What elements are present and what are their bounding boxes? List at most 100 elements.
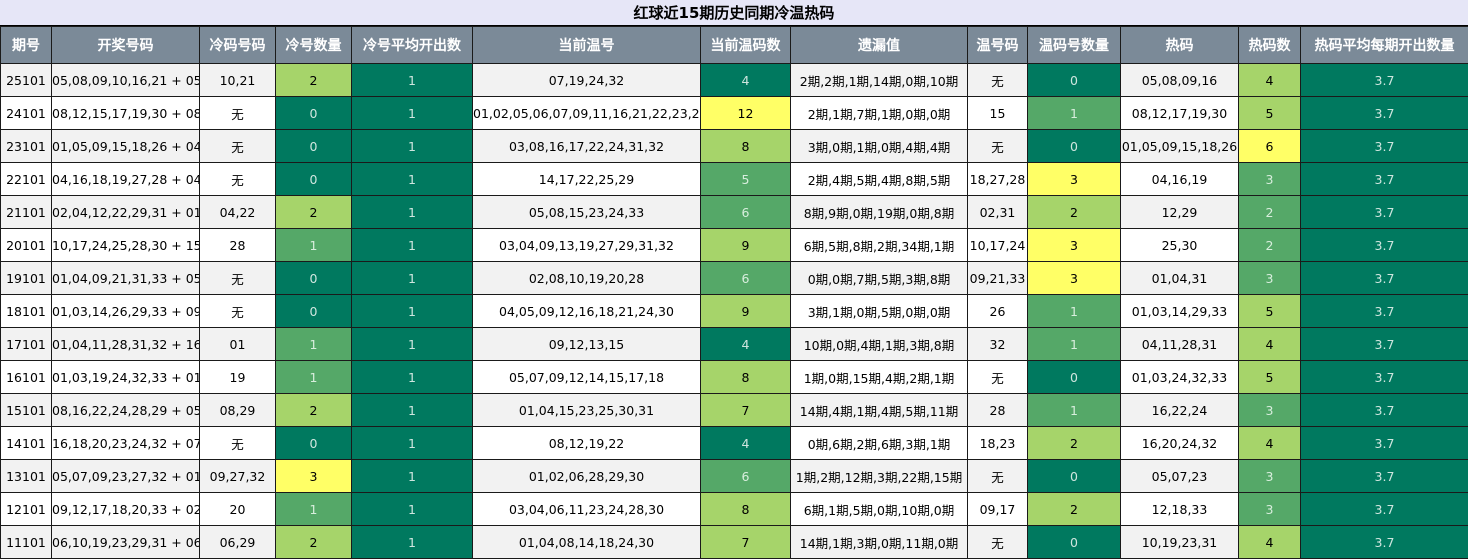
cell-hot-count: 3 (1238, 393, 1301, 427)
cell-draw-numbers: 05,08,09,10,16,21 + 05 (51, 63, 200, 97)
cell-current-warm: 05,07,09,12,14,15,17,18 (472, 360, 701, 394)
cell-hot-count: 3 (1238, 459, 1301, 493)
header-cold-avg[interactable]: 冷号平均开出数 (351, 26, 473, 64)
cell-hot-avg: 3.7 (1300, 426, 1468, 460)
cell-hot-count: 3 (1238, 261, 1301, 295)
cell-current-warm: 14,17,22,25,29 (472, 162, 701, 196)
table-row[interactable]: 19101 01,04,09,21,31,33 + 05 无 0 1 02,08,10,1… (0, 261, 1468, 295)
table-row[interactable]: 20101 10,17,24,25,28,30 + 15 28 1 1 03,04,09,… (0, 228, 1468, 262)
cell-warm-number-count: 1 (1027, 96, 1121, 130)
cell-warm-numbers: 02,31 (967, 195, 1028, 229)
header-hot-count[interactable]: 热码数 (1238, 26, 1301, 64)
cell-hot-count: 5 (1238, 360, 1301, 394)
cell-warm-numbers: 18,23 (967, 426, 1028, 460)
cell-cold-numbers: 04,22 (199, 195, 276, 229)
cell-hot-numbers: 08,12,17,19,30 (1120, 96, 1239, 130)
cell-current-warm: 01,02,06,28,29,30 (472, 459, 701, 493)
cell-warm-numbers: 无 (967, 459, 1028, 493)
cell-warm-count: 9 (700, 228, 791, 262)
cell-hot-numbers: 12,18,33 (1120, 492, 1239, 526)
cell-hot-avg: 3.7 (1300, 129, 1468, 163)
cell-warm-number-count: 2 (1027, 195, 1121, 229)
cell-current-warm: 05,08,15,23,24,33 (472, 195, 701, 229)
cell-cold-numbers: 06,29 (199, 525, 276, 559)
cell-cold-avg: 1 (351, 393, 473, 427)
cell-cold-avg: 1 (351, 327, 473, 361)
table-row[interactable]: 16101 01,03,19,24,32,33 + 01 19 1 1 05,07,09,… (0, 360, 1468, 394)
cell-cold-avg: 1 (351, 492, 473, 526)
header-cold-numbers[interactable]: 冷码号码 (199, 26, 276, 64)
cell-cold-numbers: 08,29 (199, 393, 276, 427)
table-row[interactable]: 14101 16,18,20,23,24,32 + 07 无 0 1 08,12,19,2… (0, 426, 1468, 460)
cell-cold-count: 1 (275, 228, 352, 262)
table-row[interactable]: 22101 04,16,18,19,27,28 + 04 无 0 1 14,17,22,2… (0, 162, 1468, 196)
cell-miss-values: 6期,1期,5期,0期,10期,0期 (790, 492, 968, 526)
header-cold-count[interactable]: 冷号数量 (275, 26, 352, 64)
header-miss-values[interactable]: 遗漏值 (790, 26, 968, 64)
cell-warm-number-count: 3 (1027, 162, 1121, 196)
cell-hot-count: 4 (1238, 327, 1301, 361)
cell-hot-avg: 3.7 (1300, 63, 1468, 97)
table-row[interactable]: 15101 08,16,22,24,28,29 + 05 08,29 2 1 01,04,… (0, 393, 1468, 427)
table-row[interactable]: 18101 01,03,14,26,29,33 + 09 无 0 1 04,05,09,1… (0, 294, 1468, 328)
table-row[interactable]: 24101 08,12,15,17,19,30 + 08 无 0 1 01,02,05,0… (0, 96, 1468, 130)
cell-warm-number-count: 0 (1027, 63, 1121, 97)
cell-hot-count: 3 (1238, 162, 1301, 196)
table-row[interactable]: 25101 05,08,09,10,16,21 + 05 10,21 2 1 07,19,… (0, 63, 1468, 97)
cell-period: 17101 (0, 327, 52, 361)
header-warm-number-count[interactable]: 温码号数量 (1027, 26, 1121, 64)
cell-hot-avg: 3.7 (1300, 294, 1468, 328)
cell-hot-numbers: 05,07,23 (1120, 459, 1239, 493)
cell-cold-avg: 1 (351, 162, 473, 196)
cell-hot-count: 4 (1238, 525, 1301, 559)
cell-cold-count: 0 (275, 162, 352, 196)
cell-cold-avg: 1 (351, 294, 473, 328)
table-row[interactable]: 23101 01,05,09,15,18,26 + 04 无 0 1 03,08,16,1… (0, 129, 1468, 163)
cell-hot-count: 4 (1238, 63, 1301, 97)
cell-warm-count: 5 (700, 162, 791, 196)
header-warm-count[interactable]: 当前温码数 (700, 26, 791, 64)
cell-warm-count: 6 (700, 195, 791, 229)
header-hot-numbers[interactable]: 热码 (1120, 26, 1239, 64)
table-row[interactable]: 13101 05,07,09,23,27,32 + 01 09,27,32 3 1 01,… (0, 459, 1468, 493)
cell-cold-count: 1 (275, 327, 352, 361)
cell-hot-numbers: 25,30 (1120, 228, 1239, 262)
cell-draw-numbers: 01,03,19,24,32,33 + 01 (51, 360, 200, 394)
header-hot-avg[interactable]: 热码平均每期开出数量 (1300, 26, 1468, 64)
cell-cold-numbers: 19 (199, 360, 276, 394)
header-period[interactable]: 期号 (0, 26, 52, 64)
cell-cold-numbers: 无 (199, 294, 276, 328)
cell-miss-values: 10期,0期,4期,1期,3期,8期 (790, 327, 968, 361)
cell-draw-numbers: 01,04,11,28,31,32 + 16 (51, 327, 200, 361)
cell-hot-count: 3 (1238, 492, 1301, 526)
cell-warm-number-count: 2 (1027, 492, 1121, 526)
cell-miss-values: 2期,4期,5期,4期,8期,5期 (790, 162, 968, 196)
cell-cold-count: 0 (275, 426, 352, 460)
table-row[interactable]: 12101 09,12,17,18,20,33 + 02 20 1 1 03,04,06,… (0, 492, 1468, 526)
cell-warm-numbers: 无 (967, 525, 1028, 559)
cell-current-warm: 08,12,19,22 (472, 426, 701, 460)
cell-miss-values: 0期,0期,7期,5期,3期,8期 (790, 261, 968, 295)
header-warm-numbers[interactable]: 温号码 (967, 26, 1028, 64)
header-draw-numbers[interactable]: 开奖号码 (51, 26, 200, 64)
cell-miss-values: 14期,4期,1期,4期,5期,11期 (790, 393, 968, 427)
table-row[interactable]: 21101 02,04,12,22,29,31 + 01 04,22 2 1 05,08,… (0, 195, 1468, 229)
cell-warm-count: 8 (700, 360, 791, 394)
table-row[interactable]: 11101 06,10,19,23,29,31 + 06 06,29 2 1 01,04,… (0, 525, 1468, 559)
cell-period: 20101 (0, 228, 52, 262)
cell-cold-count: 1 (275, 360, 352, 394)
cell-warm-number-count: 0 (1027, 525, 1121, 559)
cell-draw-numbers: 08,16,22,24,28,29 + 05 (51, 393, 200, 427)
cell-period: 13101 (0, 459, 52, 493)
cell-cold-count: 2 (275, 393, 352, 427)
table-row[interactable]: 17101 01,04,11,28,31,32 + 16 01 1 1 09,12,13,… (0, 327, 1468, 361)
cell-warm-count: 6 (700, 459, 791, 493)
cell-hot-avg: 3.7 (1300, 96, 1468, 130)
cell-cold-avg: 1 (351, 195, 473, 229)
header-current-warm[interactable]: 当前温号 (472, 26, 701, 64)
cell-cold-count: 0 (275, 261, 352, 295)
cell-hot-count: 5 (1238, 96, 1301, 130)
cell-period: 14101 (0, 426, 52, 460)
cell-warm-number-count: 0 (1027, 459, 1121, 493)
cell-current-warm: 01,02,05,06,07,09,11,16,21,22,23,25 (472, 96, 701, 130)
